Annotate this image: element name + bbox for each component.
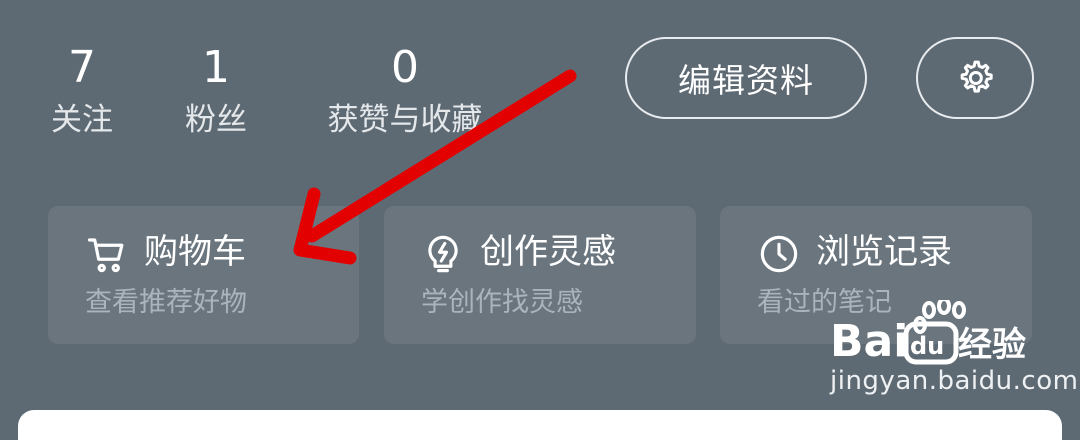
fans-label: 粉丝	[185, 102, 247, 138]
card-subtitle: 查看推荐好物	[85, 287, 247, 318]
shopping-cart-icon	[87, 238, 124, 273]
stat-likes-and-collections[interactable]: 0 获赞与收藏	[312, 40, 498, 142]
likes-count: 0	[391, 42, 419, 93]
svg-text:经验: 经验	[958, 325, 1026, 365]
likes-label: 获赞与收藏	[327, 102, 483, 138]
shopping-cart-card[interactable]: 购物车 查看推荐好物	[48, 206, 359, 344]
card-title: 购物车	[144, 232, 246, 272]
lightbulb-icon	[428, 235, 458, 273]
svg-text:du: du	[910, 332, 944, 360]
watermark-url: jingyan.baidu.com	[830, 366, 1079, 396]
svg-text:Bai: Bai	[830, 316, 908, 367]
card-title: 创作灵感	[480, 232, 616, 272]
gear-icon	[960, 60, 993, 93]
fans-count: 1	[202, 42, 230, 93]
card-subtitle: 学创作找灵感	[421, 287, 583, 318]
edit-profile-button[interactable]: 编辑资料	[625, 37, 867, 119]
profile-stats: 7 关注 1 粉丝 0 获赞与收藏	[0, 40, 600, 150]
card-title: 浏览记录	[816, 232, 952, 272]
settings-button[interactable]	[916, 37, 1034, 119]
following-count: 7	[68, 42, 96, 93]
baidu-paw-logo: Bai du 经验	[830, 300, 1026, 367]
bottom-sheet-edge	[18, 410, 1062, 440]
stat-following[interactable]: 7 关注	[42, 40, 122, 142]
creative-inspiration-card[interactable]: 创作灵感 学创作找灵感	[384, 206, 696, 344]
clock-icon	[760, 235, 798, 273]
stat-fans[interactable]: 1 粉丝	[176, 40, 256, 142]
following-label: 关注	[51, 102, 113, 138]
